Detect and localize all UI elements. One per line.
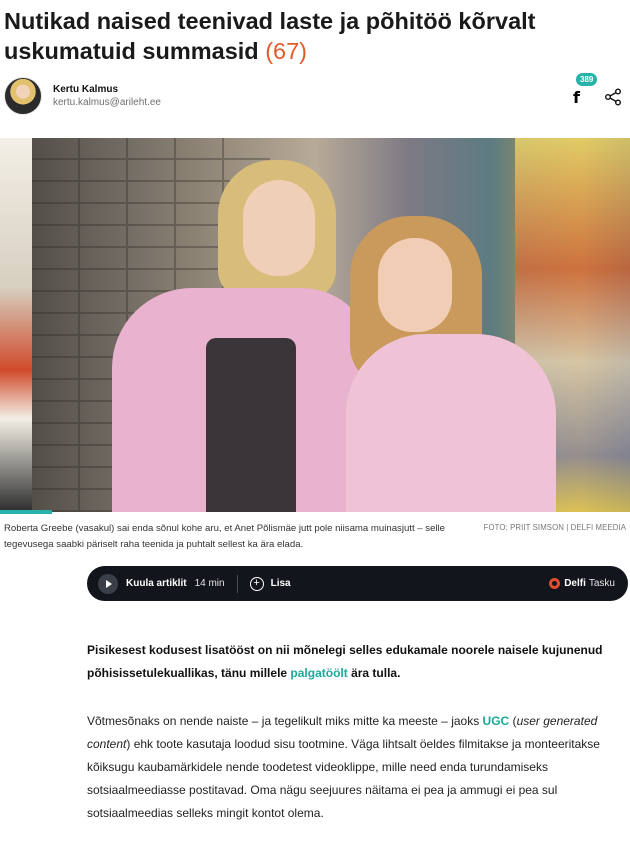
author-text: Kertu Kalmus kertu.kalmus@arileht.ee	[53, 83, 161, 109]
audio-player: Kuula artiklit 14 min + Lisa Delfi Tasku	[87, 566, 628, 601]
photo-caption: Roberta Greebe (vasakul) sai enda sõnul …	[4, 523, 446, 550]
photo-person-right-blouse	[346, 334, 556, 512]
facebook-icon[interactable]: f	[573, 88, 580, 107]
ugc-link[interactable]: UGC	[483, 714, 510, 728]
author-email[interactable]: kertu.kalmus@arileht.ee	[53, 96, 161, 109]
paragraph-text-rest: ) ehk toote kasutaja loodud sisu tootmin…	[87, 737, 600, 820]
paragraph-paren: (	[509, 714, 517, 728]
brand-subname: Tasku	[588, 578, 615, 589]
photo-accent-bar	[0, 510, 52, 514]
article-main-photo[interactable]	[0, 138, 630, 512]
share-icon[interactable]	[604, 88, 622, 106]
author-avatar[interactable]	[4, 77, 42, 115]
photo-person-left-top	[206, 338, 296, 512]
add-icon[interactable]: +	[249, 576, 264, 591]
photo-person-right-face	[378, 238, 452, 332]
article-title: Nutikad naised teenivad laste ja põhitöö…	[4, 6, 604, 66]
brand-name: Delfi	[564, 578, 586, 589]
podcast-icon	[549, 578, 561, 589]
facebook-share-count: 389	[576, 73, 598, 86]
author-name[interactable]: Kertu Kalmus	[53, 83, 161, 96]
facebook-share-button[interactable]: f 389	[568, 73, 598, 107]
player-divider	[236, 574, 238, 593]
photo-person-left-face	[243, 180, 315, 276]
article-lead: Pisikesest kodusest lisatööst on nii mõn…	[87, 639, 617, 685]
add-to-list-button[interactable]: Lisa	[271, 578, 291, 589]
play-icon[interactable]	[98, 573, 118, 594]
comment-count-link[interactable]: (67)	[265, 38, 307, 64]
listen-article-button[interactable]: Kuula artiklit	[126, 578, 187, 589]
paragraph-text: Võtmesõnaks on nende naiste – ja tegelik…	[87, 714, 483, 728]
share-bar: f 389	[568, 73, 622, 107]
lead-text-end: ära tulla.	[347, 666, 401, 680]
photo-credit: FOTO: PRIIT SIMSON | DELFI MEEDIA	[483, 523, 626, 532]
lead-link-palgatoolt[interactable]: palgatöölt	[290, 666, 347, 680]
delfi-tasku-brand[interactable]: Delfi Tasku	[549, 578, 615, 589]
article-paragraph: Võtmesõnaks on nende naiste – ja tegelik…	[87, 710, 622, 825]
audio-duration: 14 min	[194, 578, 225, 589]
photo-graffiti-left	[0, 138, 32, 512]
author-block[interactable]: Kertu Kalmus kertu.kalmus@arileht.ee	[4, 77, 161, 115]
